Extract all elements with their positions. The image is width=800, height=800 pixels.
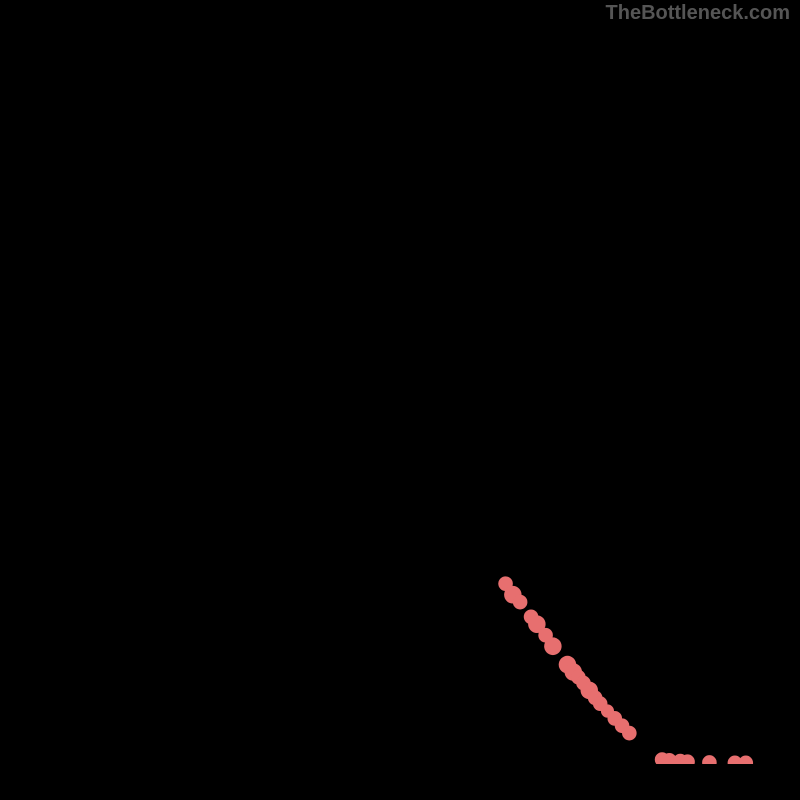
chart-container: TheBottleneck.com <box>0 0 800 800</box>
data-markers <box>498 576 753 764</box>
data-marker <box>702 755 717 764</box>
data-marker <box>739 756 754 764</box>
chart-svg <box>36 28 764 764</box>
attribution-label: TheBottleneck.com <box>606 2 790 25</box>
curve-line <box>36 28 764 763</box>
data-marker <box>622 726 637 741</box>
plot-area <box>36 28 764 764</box>
data-marker <box>544 637 561 655</box>
data-marker <box>513 595 528 610</box>
